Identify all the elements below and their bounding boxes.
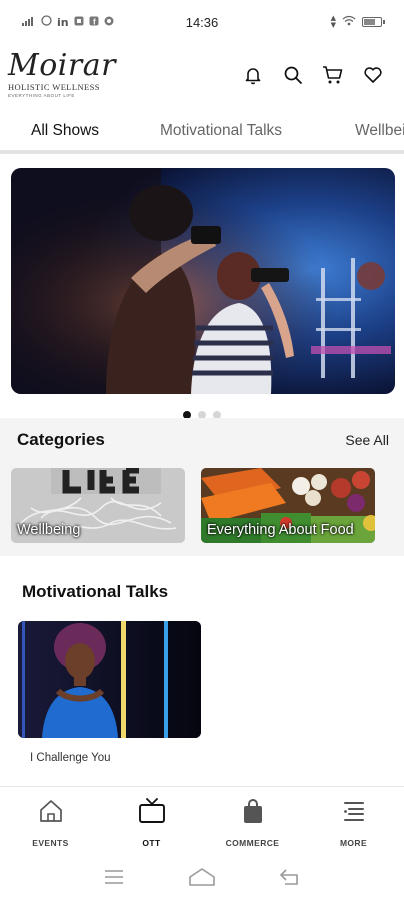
tab-all-shows[interactable]: All Shows (31, 122, 99, 140)
categories-header: Categories See All (17, 430, 389, 450)
app-icon (74, 16, 84, 29)
whatsapp-icon (41, 15, 52, 29)
nav-label-commerce: COMMERCE (225, 838, 280, 848)
system-navigation-bar (0, 854, 404, 900)
heart-icon[interactable] (362, 64, 384, 86)
categories-section: Categories See All Wellbeing Everything … (0, 418, 404, 556)
bell-icon[interactable] (242, 64, 264, 86)
video-caption: I Challenge You (30, 752, 111, 764)
home-icon (37, 797, 65, 825)
brand-logo[interactable]: Moirar HOLISTIC WELLNESS EVERYTHING ABOU… (8, 48, 118, 99)
cart-icon[interactable] (322, 64, 344, 86)
category-label-wellbeing: Wellbeing (17, 522, 81, 538)
menu-list-icon (340, 797, 368, 825)
nav-label-events: EVENTS (32, 838, 69, 848)
logo-main-text: Moirar (8, 48, 116, 83)
category-card-food[interactable]: Everything About Food (201, 468, 375, 543)
see-all-link[interactable]: See All (345, 432, 389, 448)
back-icon[interactable] (275, 866, 305, 888)
video-thumbnail (18, 621, 201, 738)
nav-item-more[interactable]: MORE (303, 787, 404, 854)
category-label-food: Everything About Food (207, 522, 354, 538)
tv-icon (138, 797, 166, 825)
logo-tag-text: EVERYTHING ABOUT LIFE (8, 93, 75, 98)
header-actions (242, 64, 396, 86)
status-left-icons: in f (22, 15, 114, 29)
app-header: Moirar HOLISTIC WELLNESS EVERYTHING ABOU… (0, 44, 404, 106)
facebook-icon: f (89, 16, 99, 29)
tab-motivational-talks[interactable]: Motivational Talks (160, 122, 282, 140)
bottom-navigation: EVENTS OTT COMMERCE MORE (0, 786, 404, 854)
nav-item-events[interactable]: EVENTS (0, 787, 101, 854)
signal-icon (22, 16, 36, 29)
nav-item-commerce[interactable]: COMMERCE (202, 787, 303, 854)
logo-sub-text: HOLISTIC WELLNESS (8, 82, 100, 92)
motivational-talks-title: Motivational Talks (22, 582, 169, 601)
show-tabs: All Shows Motivational Talks Wellbeing (0, 108, 404, 154)
status-right-icons: ▲ ▼ (330, 14, 385, 29)
nav-item-ott[interactable]: OTT (101, 787, 202, 854)
data-speed-icon: ▲ ▼ (330, 14, 336, 29)
categories-title: Categories (17, 430, 105, 449)
hero-banner-image[interactable] (11, 168, 395, 394)
status-bar: in f 14:36 ▲ ▼ (0, 0, 404, 44)
nav-label-ott: OTT (142, 838, 161, 848)
active-tab-indicator (0, 151, 130, 154)
wifi-icon (342, 15, 356, 29)
app-icon-2 (104, 16, 114, 29)
recent-apps-icon[interactable] (99, 866, 129, 888)
home-button-icon[interactable] (187, 866, 217, 888)
search-icon[interactable] (282, 64, 304, 86)
nav-label-more: MORE (339, 838, 368, 848)
tab-wellbeing[interactable]: Wellbeing (355, 122, 404, 140)
svg-text:f: f (93, 17, 96, 26)
linkedin-icon: in (57, 15, 69, 29)
shopping-bag-icon (239, 797, 267, 825)
video-card-i-challenge-you[interactable] (18, 621, 201, 738)
battery-icon (362, 17, 385, 27)
category-card-wellbeing[interactable]: Wellbeing (11, 468, 185, 543)
